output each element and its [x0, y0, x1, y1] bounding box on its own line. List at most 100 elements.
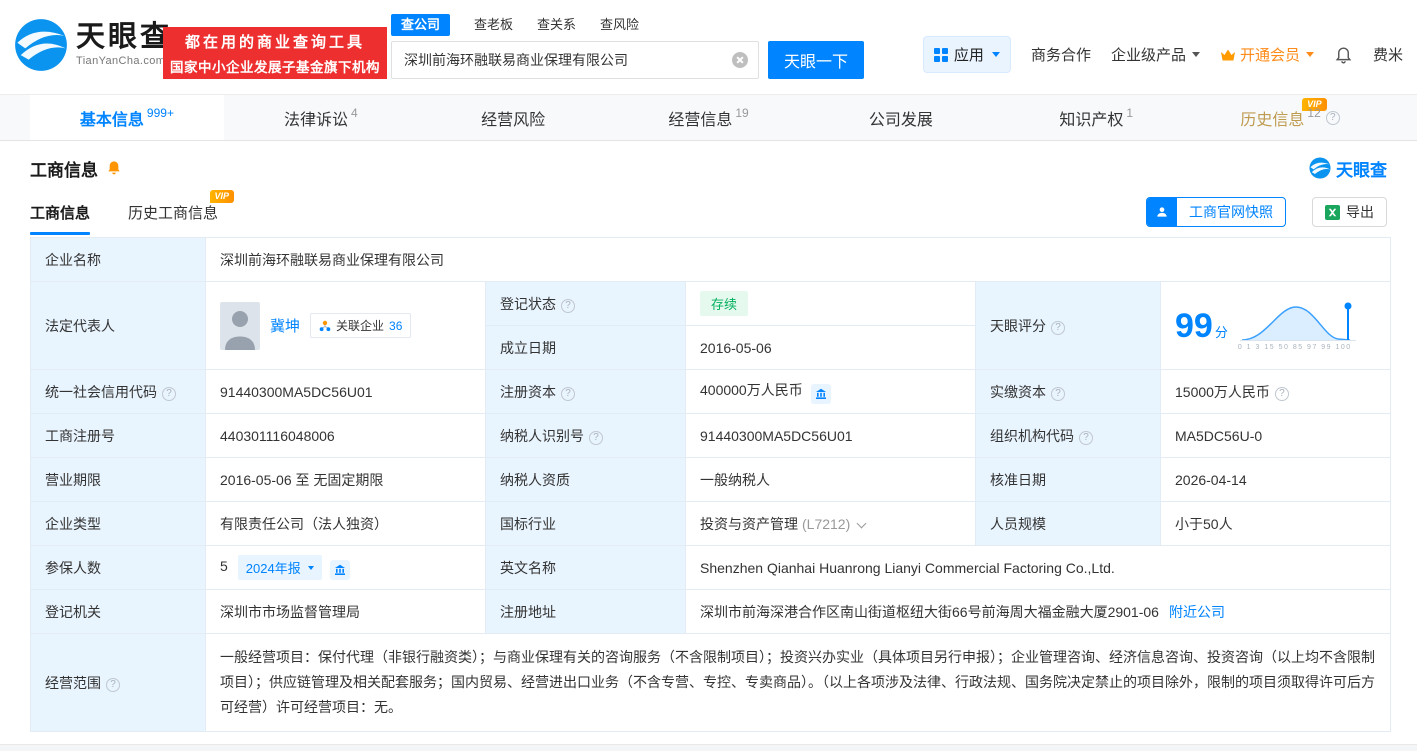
- tab-basic-info[interactable]: 基本信息 999+: [30, 95, 224, 140]
- field-label: 工商注册号: [45, 428, 115, 444]
- promo-banner[interactable]: 都在用的商业查询工具 国家中小企业发展子基金旗下机构: [163, 27, 387, 79]
- tab-operating-info[interactable]: 经营信息 19: [612, 95, 806, 140]
- nav-open-vip[interactable]: 开通会员: [1220, 44, 1314, 65]
- help-icon[interactable]: [1051, 321, 1065, 335]
- tab-count: 1: [1126, 106, 1133, 120]
- score-cell[interactable]: 99分 0 1 3 15 50 85 97 99 100: [1175, 300, 1376, 352]
- legal-rep-name[interactable]: 冀坤: [270, 315, 300, 336]
- official-snapshot-button[interactable]: 工商官网快照: [1146, 197, 1286, 227]
- tab-intellectual-property[interactable]: 知识产权 1: [999, 95, 1193, 140]
- help-icon[interactable]: [561, 387, 575, 401]
- tab-legal-proceedings[interactable]: 法律诉讼 4: [224, 95, 418, 140]
- chevron-down-icon: [1306, 52, 1314, 57]
- logo-text: 天眼查 TianYanCha.com: [76, 23, 172, 67]
- field-label: 参保人数: [45, 560, 101, 576]
- subtab-history-business-info[interactable]: VIP 历史工商信息: [128, 202, 218, 235]
- enterprise-label: 企业级产品: [1111, 44, 1186, 65]
- promo-line-2: 国家中小企业发展子基金旗下机构: [170, 56, 380, 76]
- field-label: 天眼评分: [990, 318, 1046, 334]
- help-icon[interactable]: [561, 299, 575, 313]
- annual-report-badge[interactable]: 2024年报: [238, 555, 322, 580]
- help-icon[interactable]: [1051, 387, 1065, 401]
- score-unit: 分: [1215, 325, 1228, 340]
- nav-username[interactable]: 费米: [1373, 44, 1403, 65]
- tianyancha-company-page: 天眼查 TianYanCha.com 都在用的商业查询工具 国家中小企业发展子基…: [0, 0, 1417, 751]
- grid-icon: [934, 48, 948, 62]
- field-label: 纳税人识别号: [500, 428, 584, 444]
- field-label: 营业期限: [45, 472, 101, 488]
- nearby-companies-link[interactable]: 附近公司: [1169, 604, 1225, 620]
- nav-enterprise-products[interactable]: 企业级产品: [1111, 44, 1200, 65]
- field-label: 人员规模: [990, 516, 1046, 532]
- help-icon[interactable]: [1079, 431, 1093, 445]
- export-button[interactable]: 导出: [1312, 197, 1387, 227]
- search-tab-relation[interactable]: 查关系: [537, 16, 576, 34]
- clear-icon[interactable]: [732, 52, 748, 68]
- tab-label: 公司发展: [869, 106, 933, 130]
- capital-bank-icon[interactable]: [811, 384, 831, 404]
- search-input[interactable]: [404, 52, 724, 68]
- row-business-scope: 经营范围 一般经营项目：保付代理（非银行融资类）；与商业保理有关的咨询服务（不含…: [31, 634, 1391, 732]
- watermark-brand: 天眼查: [1336, 156, 1387, 181]
- help-icon[interactable]: [589, 431, 603, 445]
- establish-date-value: 2016-05-06: [700, 340, 772, 356]
- field-label: 纳税人资质: [500, 472, 570, 488]
- chevron-down-icon[interactable]: [857, 518, 867, 528]
- field-label: 经营范围: [45, 675, 101, 691]
- tab-company-development[interactable]: 公司发展: [805, 95, 999, 140]
- help-icon[interactable]: [1326, 111, 1340, 125]
- snapshot-label: 工商官网快照: [1177, 202, 1285, 222]
- row-insured-count: 参保人数 52024年报 英文名称 Shenzhen Qianhai Huanr…: [31, 546, 1391, 590]
- help-icon[interactable]: [1275, 387, 1289, 401]
- search-button[interactable]: 天眼一下: [768, 41, 864, 79]
- apps-label: 应用: [954, 44, 984, 65]
- related-companies-badge[interactable]: 关联企业 36: [310, 313, 411, 338]
- legal-rep-photo[interactable]: [220, 302, 260, 350]
- tab-count: 4: [351, 106, 358, 120]
- reg-number-value: 440301116048006: [220, 428, 335, 444]
- row-legal-rep: 法定代表人 冀坤: [31, 282, 1391, 326]
- score-axis-ticks: 0 1 3 15 50 85 97 99 100: [1238, 344, 1358, 352]
- apps-menu-button[interactable]: 应用: [923, 36, 1011, 73]
- subtab-business-info[interactable]: 工商信息: [30, 202, 90, 235]
- nav-business-cooperation[interactable]: 商务合作: [1031, 44, 1091, 65]
- chevron-down-icon: [992, 52, 1000, 57]
- tianyancha-watermark: 天眼查: [1309, 156, 1387, 181]
- search-tab-risk[interactable]: 查风险: [600, 16, 639, 34]
- tab-label: 经营信息: [668, 106, 732, 130]
- related-companies-icon: [319, 320, 331, 332]
- approval-date-value: 2026-04-14: [1175, 472, 1247, 488]
- tab-count: 999+: [147, 106, 174, 120]
- field-label: 法定代表人: [45, 318, 115, 334]
- annual-report-label: 2024年报: [246, 558, 301, 577]
- help-icon[interactable]: [162, 387, 176, 401]
- field-label: 统一社会信用代码: [45, 384, 157, 400]
- tab-operating-risk[interactable]: 经营风险: [418, 95, 612, 140]
- tab-label: 经营风险: [481, 106, 545, 130]
- industry-value: 投资与资产管理: [700, 516, 798, 532]
- field-label: 实缴资本: [990, 384, 1046, 400]
- field-label: 英文名称: [500, 560, 556, 576]
- insured-bank-icon[interactable]: [330, 560, 350, 580]
- staff-size-value: 小于50人: [1175, 516, 1233, 532]
- chevron-down-icon: [1192, 52, 1200, 57]
- tab-count: 12: [1307, 106, 1320, 120]
- help-icon[interactable]: [106, 678, 120, 692]
- legal-rep-cell: 冀坤 关联企业 36: [220, 302, 471, 350]
- search-tab-company[interactable]: 查公司: [391, 14, 450, 36]
- tab-history-info[interactable]: VIP 历史信息 12: [1193, 95, 1387, 140]
- tab-count: 19: [735, 106, 748, 120]
- tianyancha-logo[interactable]: 天眼查 TianYanCha.com: [14, 18, 172, 72]
- row-credit-code: 统一社会信用代码 91440300MA5DC56U01 注册资本 400000万…: [31, 370, 1391, 414]
- search-area: 查公司 查老板 查关系 查风险 天眼一下: [391, 14, 864, 79]
- top-nav: 应用 商务合作 企业级产品 开通会员 费米: [923, 36, 1403, 73]
- credit-code-value: 91440300MA5DC56U01: [220, 384, 373, 400]
- paid-capital-value: 15000万人民币: [1175, 384, 1270, 400]
- field-label: 成立日期: [500, 340, 556, 356]
- page-bottom-divider: [0, 744, 1417, 751]
- notification-bell-icon[interactable]: [1334, 45, 1353, 64]
- english-name-value: Shenzhen Qianhai Huanrong Lianyi Commerc…: [700, 560, 1115, 576]
- subscribe-bell-icon[interactable]: [106, 160, 122, 176]
- search-tab-boss[interactable]: 查老板: [474, 16, 513, 34]
- subtab-label: 历史工商信息: [128, 205, 218, 222]
